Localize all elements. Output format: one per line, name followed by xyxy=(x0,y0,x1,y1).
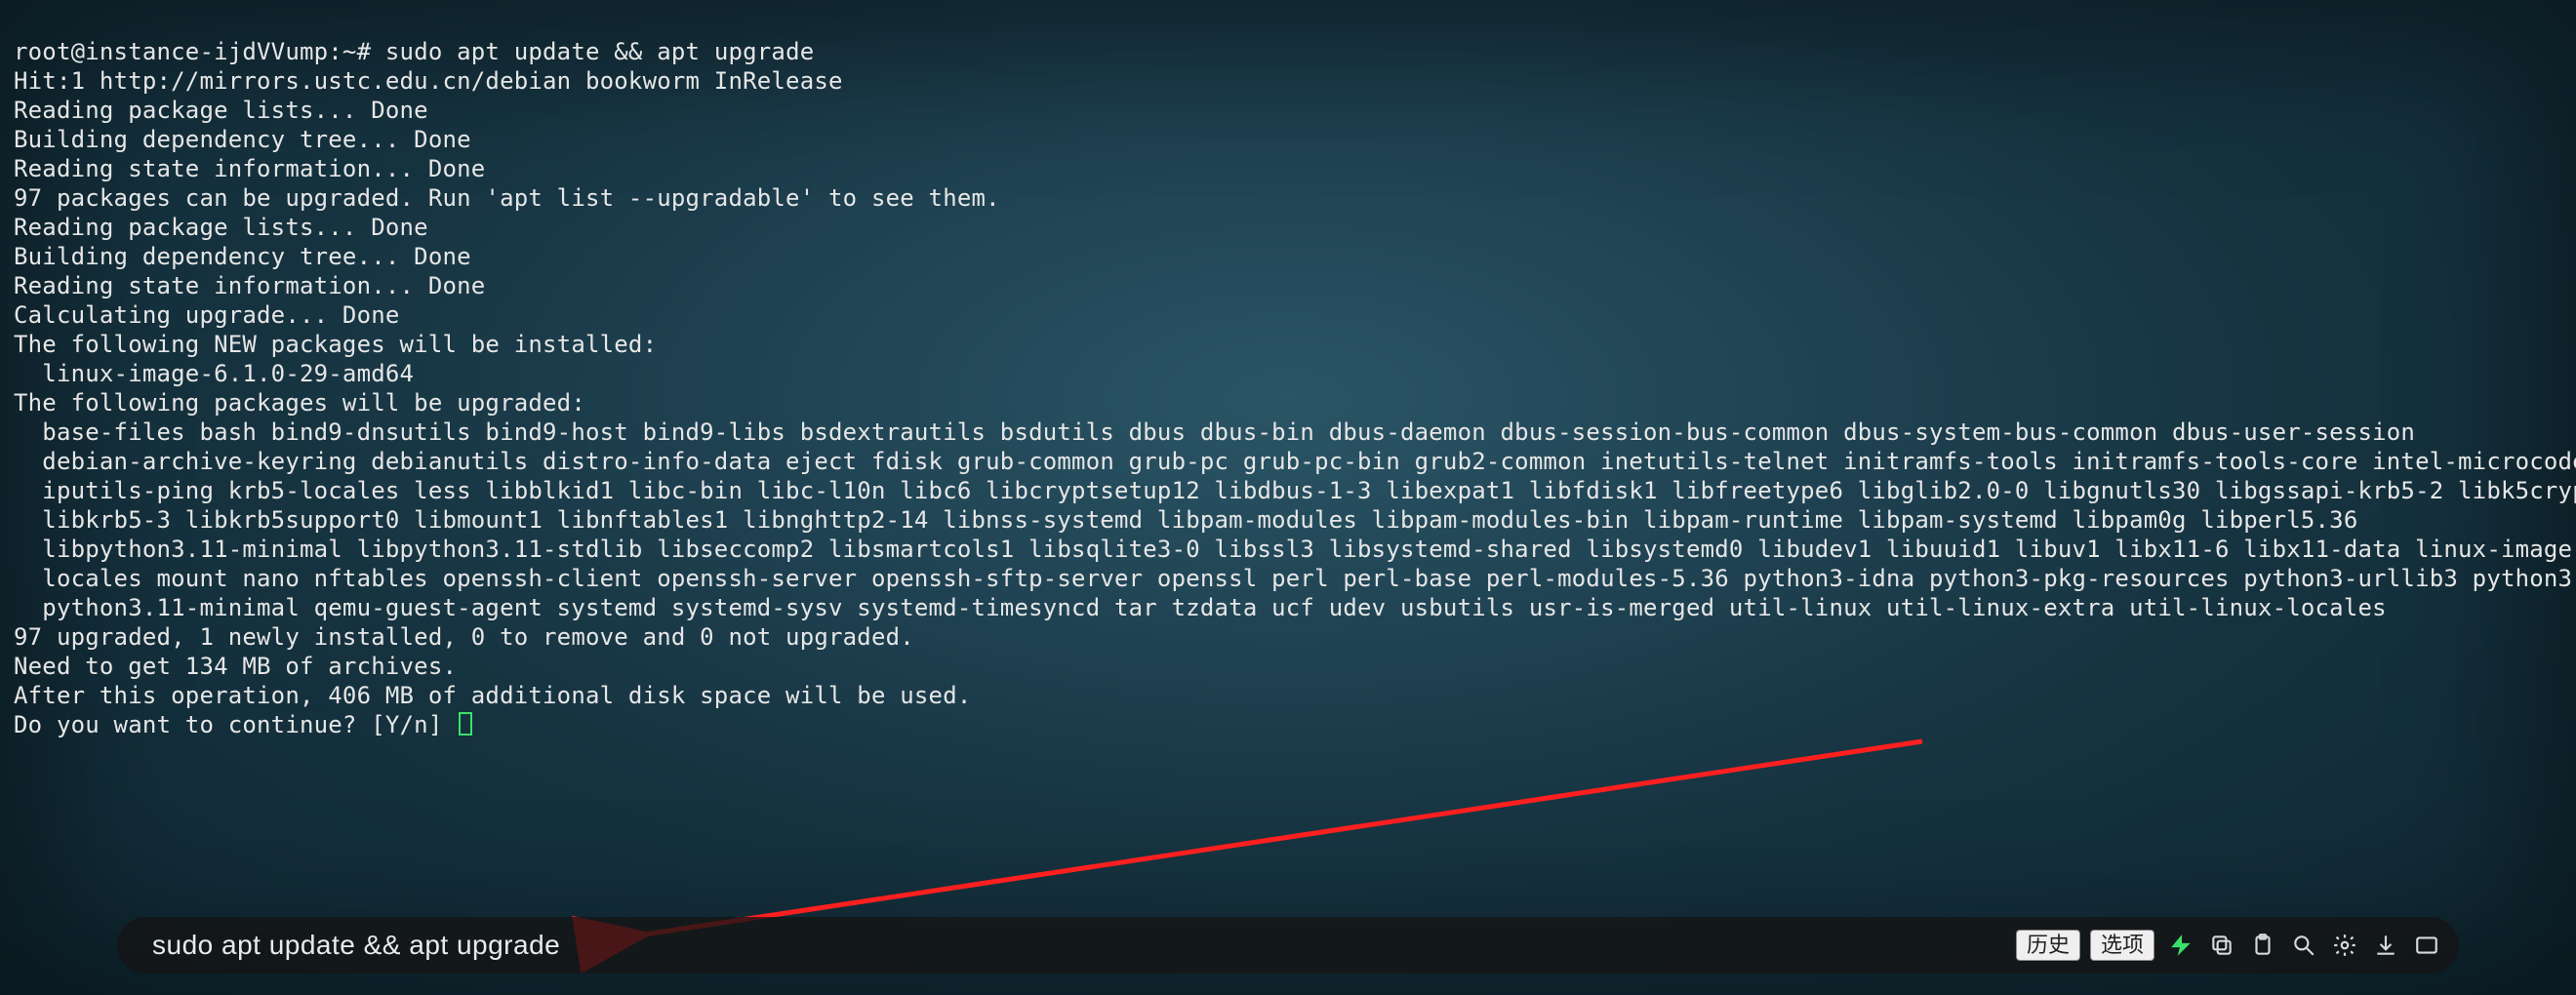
term-line: base-files bash bind9-dnsutils bind9-hos… xyxy=(14,418,2415,446)
term-line: Reading state information... Done xyxy=(14,272,485,299)
term-line: Hit:1 http://mirrors.ustc.edu.cn/debian … xyxy=(14,67,843,95)
term-line: debian-archive-keyring debianutils distr… xyxy=(14,448,2576,475)
term-line: linux-image-6.1.0-29-amd64 xyxy=(14,360,414,387)
term-line: Building dependency tree... Done xyxy=(14,126,471,153)
bolt-icon[interactable] xyxy=(2168,933,2194,958)
search-icon[interactable] xyxy=(2291,933,2316,958)
clipboard-paste-icon[interactable] xyxy=(2250,933,2275,958)
term-line: After this operation, 406 MB of addition… xyxy=(14,682,972,709)
shell-prompt: root@instance-ijdVVump:~# xyxy=(14,38,385,65)
copy-icon[interactable] xyxy=(2209,933,2234,958)
history-button[interactable]: 历史 xyxy=(2016,930,2080,961)
bar-button-group: 历史 选项 xyxy=(2016,930,2154,961)
term-line: 97 upgraded, 1 newly installed, 0 to rem… xyxy=(14,623,914,651)
term-line: Reading package lists... Done xyxy=(14,97,428,124)
term-line: libkrb5-3 libkrb5support0 libmount1 libn… xyxy=(14,506,2357,534)
command-bar: 历史 选项 xyxy=(117,917,2459,974)
gear-icon[interactable] xyxy=(2332,933,2357,958)
term-line: The following packages will be upgraded: xyxy=(14,389,585,417)
command-input[interactable] xyxy=(152,930,2016,961)
term-line: Reading package lists... Done xyxy=(14,214,428,241)
terminal-cursor xyxy=(459,712,472,736)
term-line: iputils-ping krb5-locales less libblkid1… xyxy=(14,477,2576,504)
download-icon[interactable] xyxy=(2373,933,2398,958)
term-line: Do you want to continue? [Y/n] xyxy=(14,711,457,738)
term-line: The following NEW packages will be insta… xyxy=(14,331,657,358)
shell-command: sudo apt update && apt upgrade xyxy=(385,38,814,65)
term-line: Calculating upgrade... Done xyxy=(14,301,400,329)
term-line: python3.11-minimal qemu-guest-agent syst… xyxy=(14,594,2387,621)
terminal-output[interactable]: root@instance-ijdVVump:~# sudo apt updat… xyxy=(14,8,2562,739)
toolbar-icons xyxy=(2168,933,2439,958)
term-line: Need to get 134 MB of archives. xyxy=(14,653,457,680)
term-line: 97 packages can be upgraded. Run 'apt li… xyxy=(14,184,1000,212)
term-line: Building dependency tree... Done xyxy=(14,243,471,270)
term-line: Reading state information... Done xyxy=(14,155,485,182)
term-line: libpython3.11-minimal libpython3.11-stdl… xyxy=(14,536,2576,563)
fullscreen-icon[interactable] xyxy=(2414,933,2439,958)
options-button[interactable]: 选项 xyxy=(2090,930,2154,961)
term-line: locales mount nano nftables openssh-clie… xyxy=(14,565,2576,592)
